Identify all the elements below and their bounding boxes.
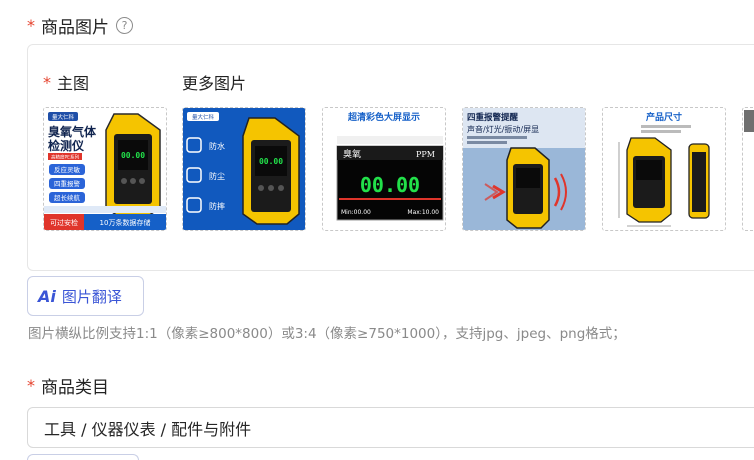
required-mark: * bbox=[27, 15, 35, 35]
next-field-button-partial[interactable] bbox=[27, 454, 139, 460]
category-section-title: * 商品类目 bbox=[27, 372, 109, 398]
image-title: 四重报警提醒 bbox=[467, 112, 519, 123]
ai-icon: Ai bbox=[38, 286, 56, 306]
product-image-3: 超清彩色大屏显示 臭氧 PPM 00.00 Min:00.00 Max:10.0… bbox=[323, 108, 445, 230]
image-title: 产品尺寸 bbox=[646, 111, 682, 123]
headline-1: 臭氧气体 bbox=[48, 124, 97, 139]
images-title-label: 商品图片 bbox=[41, 17, 109, 38]
image-title: 超清彩色大屏显示 bbox=[347, 111, 420, 123]
product-image-2: 量大仁科 防水 防尘 防摔 00.00 bbox=[183, 108, 305, 230]
max-value: Max:10.00 bbox=[407, 209, 439, 216]
main-image-thumb[interactable]: 量大仁科 臭氧气体 检测仪 高精度PE系列 反应灵敏 四重报警 超长续航 00.… bbox=[43, 107, 167, 231]
brand-text: 量大仁科 bbox=[192, 113, 215, 121]
more-image-thumb-3[interactable]: 四重报警提醒 声音/灯光/振动/屏显 bbox=[462, 107, 586, 231]
category-title-label: 商品类目 bbox=[41, 377, 109, 398]
screen-value: 00.00 bbox=[121, 151, 145, 160]
image-requirement-hint: 图片横纵比例支持1:1（像素≥800*800）或3:4（像素≥750*1000）… bbox=[28, 326, 626, 342]
main-image-label-text: 主图 bbox=[57, 74, 90, 93]
feature-1: 防水 bbox=[209, 141, 225, 151]
gas-label: 臭氧 bbox=[343, 148, 361, 160]
more-image-thumb-2[interactable]: 超清彩色大屏显示 臭氧 PPM 00.00 Min:00.00 Max:10.0… bbox=[322, 107, 446, 231]
feature-2: 四重报警 bbox=[54, 179, 81, 188]
value-display: 00.00 bbox=[360, 173, 420, 197]
required-mark: * bbox=[27, 375, 35, 395]
category-select[interactable]: 工具 / 仪器仪表 / 配件与附件 bbox=[27, 407, 754, 448]
question-circle-icon[interactable]: ? bbox=[116, 16, 133, 34]
image-translate-label: 图片翻译 bbox=[61, 287, 122, 306]
brand-text: 量大仁科 bbox=[52, 113, 75, 121]
headline-2: 检测仪 bbox=[48, 138, 85, 153]
product-image-1: 量大仁科 臭氧气体 检测仪 高精度PE系列 反应灵敏 四重报警 超长续航 00.… bbox=[44, 108, 166, 230]
images-section-title: * 商品图片 ? bbox=[27, 12, 133, 38]
image-translate-button[interactable]: Ai 图片翻译 bbox=[27, 276, 144, 316]
min-value: Min:00.00 bbox=[341, 209, 371, 216]
unit-label: PPM bbox=[416, 150, 435, 159]
product-image-4: 四重报警提醒 声音/灯光/振动/屏显 bbox=[463, 108, 585, 230]
image-subtitle: 声音/灯光/振动/屏显 bbox=[467, 124, 539, 134]
more-image-thumb-4[interactable]: 产品尺寸 bbox=[602, 107, 726, 231]
more-images-label: 更多图片 bbox=[182, 74, 247, 93]
tag-text: 高精度PE系列 bbox=[51, 154, 80, 161]
required-mark: * bbox=[43, 72, 51, 92]
screen-value: 00.00 bbox=[259, 157, 283, 166]
feature-2: 防尘 bbox=[209, 171, 225, 181]
storage-text: 10万条数据存储 bbox=[100, 218, 151, 227]
category-value: 工具 / 仪器仪表 / 配件与附件 bbox=[44, 419, 252, 439]
feature-3: 超长续航 bbox=[54, 193, 81, 202]
feature-3: 防摔 bbox=[209, 201, 225, 211]
feature-1: 反应灵敏 bbox=[54, 165, 81, 174]
more-image-thumb-1[interactable]: 量大仁科 防水 防尘 防摔 00.00 bbox=[182, 107, 306, 231]
main-image-label: * 主图 bbox=[43, 70, 89, 94]
badge-text: 可过安检 bbox=[50, 218, 78, 227]
partial-thumb-image bbox=[744, 110, 754, 132]
product-image-5: 产品尺寸 bbox=[603, 108, 725, 230]
more-image-thumb-5-partial[interactable] bbox=[742, 107, 754, 231]
